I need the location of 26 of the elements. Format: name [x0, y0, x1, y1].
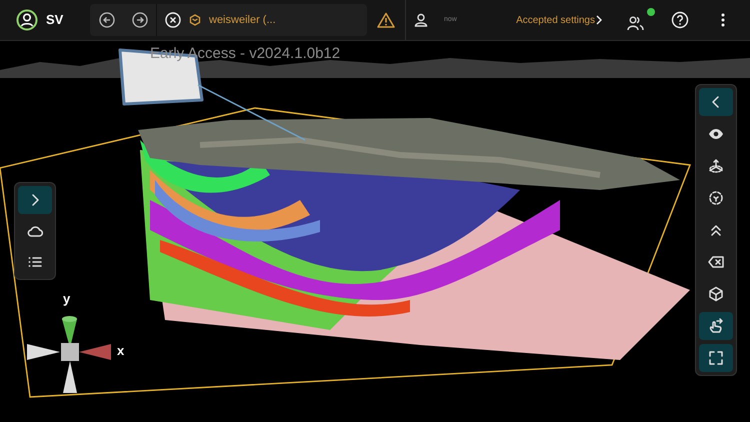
hand-gesture-icon — [708, 318, 724, 334]
help-icon[interactable] — [671, 11, 689, 29]
dashed-circle-icon — [708, 190, 724, 206]
hand-gesture-button[interactable] — [699, 312, 733, 340]
user-icon — [414, 13, 428, 27]
backspace-icon — [708, 254, 724, 270]
user-avatar-icon[interactable] — [16, 9, 38, 31]
x-axis-label: x — [117, 342, 124, 360]
version-label: Early Access - v2024.1.0b12 — [150, 44, 340, 64]
fullscreen-button[interactable] — [699, 344, 733, 372]
chevron-right-button[interactable] — [18, 186, 52, 214]
project-icon — [189, 14, 201, 26]
collaborators-icon[interactable] — [627, 14, 645, 31]
cube-icon — [708, 286, 724, 302]
user-initials: SV — [46, 11, 64, 30]
chevron-left-button[interactable] — [699, 88, 733, 116]
project-name[interactable]: weisweiler (... — [209, 12, 276, 28]
warning-icon[interactable] — [377, 12, 395, 28]
y-axis-label: y — [63, 290, 70, 308]
eye-icon — [708, 126, 724, 142]
more-menu-icon[interactable] — [721, 13, 725, 27]
fullscreen-icon — [708, 350, 724, 366]
activity-message: Accepted settings — [516, 14, 595, 28]
chevron-right-icon[interactable] — [595, 15, 603, 25]
axes-icon — [708, 158, 724, 174]
list-icon — [27, 254, 43, 270]
